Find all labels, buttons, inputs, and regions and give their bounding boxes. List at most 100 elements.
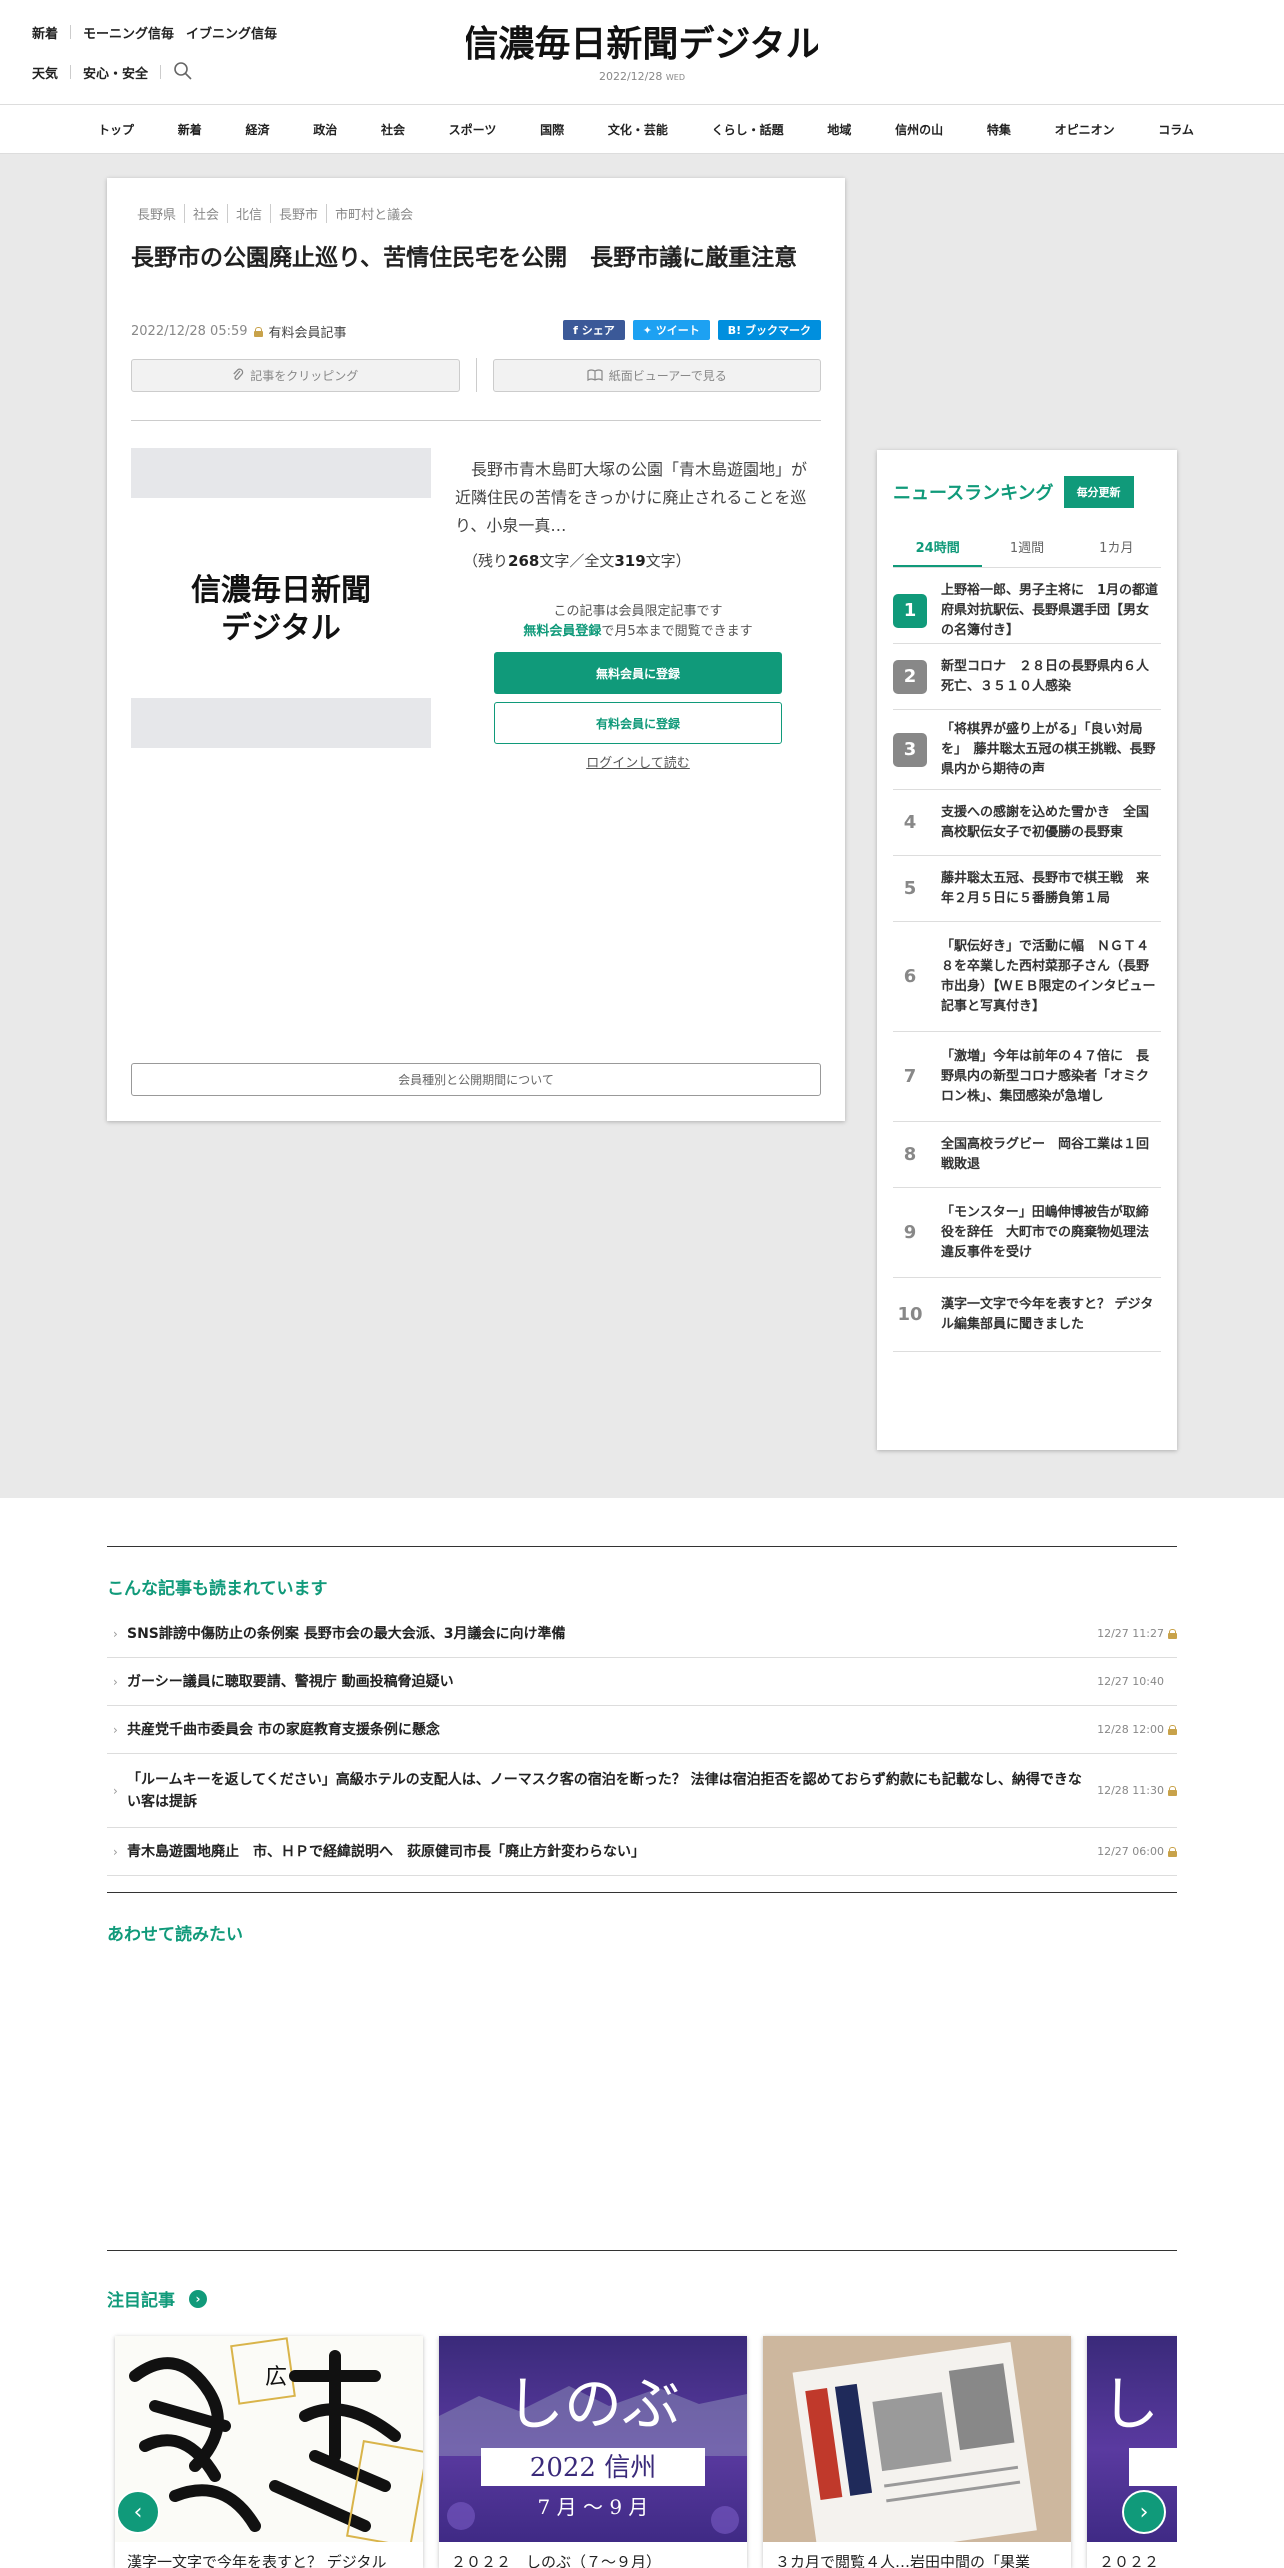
- ranking-item[interactable]: 4 支援への感謝を込めた雪かき 全国高校駅伝女子で初優勝の長野東: [893, 790, 1161, 856]
- link-morning[interactable]: モーニング信毎: [83, 23, 186, 42]
- article-tag[interactable]: 長野市: [270, 204, 326, 223]
- image-placeholder: [131, 698, 431, 748]
- tab-24h[interactable]: 24時間: [893, 534, 983, 567]
- search-icon[interactable]: [173, 61, 195, 83]
- rank-number: 3: [893, 732, 927, 767]
- link-weather[interactable]: 天気: [32, 63, 70, 82]
- chevron-right-icon: ›: [113, 1783, 118, 1798]
- members-note: この記事は会員限定記事です 無料会員登録で月5本まで閲覧できます: [523, 604, 753, 639]
- nav-item[interactable]: スポーツ: [449, 121, 497, 138]
- read-item-title: SNS誹謗中傷防止の条例案 長野市会の最大会派、3月議会に向け準備: [127, 1625, 566, 1642]
- read-list-item[interactable]: › SNS誹謗中傷防止の条例案 長野市会の最大会派、3月議会に向け準備 12/27 …: [107, 1610, 1177, 1658]
- svg-text:2022 信州: 2022 信州: [530, 2453, 656, 2483]
- ranking-item[interactable]: 1 上野裕一郎、男子主将に 1月の都道府県対抗駅伝、長野県選手団【男女の名簿付き】: [893, 578, 1161, 644]
- newspapers-image: [763, 2336, 1071, 2542]
- nav-item[interactable]: 地域: [827, 121, 851, 138]
- chevron-left-icon: ‹: [133, 2499, 143, 2525]
- tab-1week[interactable]: 1週間: [982, 534, 1071, 567]
- link-new[interactable]: 新着: [32, 23, 70, 42]
- article-tag[interactable]: 社会: [184, 204, 227, 223]
- free-member-button[interactable]: 無料会員に登録: [494, 652, 782, 694]
- paid-member-button[interactable]: 有料会員に登録: [494, 702, 782, 744]
- read-list-item[interactable]: › 「ルームキーを返してください」高級ホテルの支配人は、ノーマスク客の宿泊を断った…: [107, 1754, 1177, 1828]
- featured-caption: ２０２２ し: [1099, 2553, 1177, 2568]
- article-tag[interactable]: 市町村と議会: [326, 204, 421, 223]
- login-link[interactable]: ログインして読む: [494, 752, 782, 771]
- article-tag[interactable]: 北信: [227, 204, 270, 223]
- clip-button[interactable]: 記事をクリッピング: [131, 358, 460, 392]
- article-tags: 長野県 社会 北信 長野市 市町村と議会: [131, 204, 421, 223]
- chevron-right-icon: ›: [1139, 2499, 1149, 2525]
- featured-carousel: 広 漢字一文字で今年を表すと？ デジタル しのぶ 2022 信州 7 月 〜 9…: [107, 2330, 1177, 2568]
- nav-item[interactable]: 信州の山: [895, 121, 943, 138]
- paperclip-icon: [233, 368, 244, 380]
- nav-item[interactable]: トップ: [98, 121, 134, 138]
- ranking-item[interactable]: 10 漢字一文字で今年を表すと？ デジタル編集部員に聞きました: [893, 1278, 1161, 1352]
- featured-card[interactable]: しのぶ 2022 信州 7 月 〜 9 月 ２０２２ しのぶ（７〜９月）: [439, 2336, 747, 2568]
- ranking-item[interactable]: 5 藤井聡太五冠、長野市で棋王戦 来年２月５日に５番勝負第１局: [893, 856, 1161, 922]
- article-card: 長野県 社会 北信 長野市 市町村と議会 長野市の公園廃止巡り、苦情住民宅を公開 長野市…: [107, 178, 845, 1121]
- ranking-headline: 「将棋界が盛り上がる」「良い対局を」 藤井聡太五冠の棋王挑戦、長野県内から期待の…: [941, 721, 1156, 777]
- featured-title[interactable]: 注目記事 ›: [107, 2286, 207, 2311]
- featured-card[interactable]: 広 漢字一文字で今年を表すと？ デジタル: [115, 2336, 423, 2568]
- membership-info-button[interactable]: 会員種別と公開期間について: [131, 1063, 821, 1096]
- svg-text:し: し: [1101, 2370, 1159, 2438]
- also-read-title: あわせて読みたい: [107, 1925, 243, 1945]
- read-item-title: 「ルームキーを返してください」高級ホテルの支配人は、ノーマスク客の宿泊を断った？…: [127, 1771, 1082, 1810]
- link-safety[interactable]: 安心・安全: [83, 63, 160, 82]
- rank-number: 4: [903, 812, 917, 833]
- featured-card[interactable]: ３カ月で閲覧４人…岩田中間の「果業: [763, 2336, 1071, 2568]
- read-item-date: 12/28 12:00: [1085, 1723, 1177, 1736]
- read-list-item[interactable]: › 共産党千曲市委員会 市の家庭教育支援条例に懸念 12/28 12:00: [107, 1706, 1177, 1754]
- lock-icon: [1168, 1724, 1177, 1735]
- featured-card[interactable]: し ２０２２ し: [1087, 2336, 1177, 2568]
- ranking-item[interactable]: 2 新型コロナ ２８日の長野県内６人死亡、３５１０人感染: [893, 644, 1161, 710]
- read-section-title: こんな記事も読まれています: [107, 1579, 328, 1599]
- nav-item[interactable]: 特集: [987, 121, 1011, 138]
- ranking-badge: 毎分更新: [1063, 476, 1134, 508]
- ranking-item[interactable]: 6 「駅伝好き」で活動に幅 ＮＧＴ４８を卒業した西村菜那子さん（長野市出身）【ＷＥ…: [893, 922, 1161, 1032]
- viewer-button[interactable]: 紙面ビューアーで見る: [492, 358, 821, 392]
- nav-item[interactable]: コラム: [1158, 121, 1194, 138]
- ranking-headline: 藤井聡太五冠、長野市で棋王戦 来年２月５日に５番勝負第１局: [941, 870, 1150, 906]
- article-datetime: 2022/12/28 05:59: [131, 324, 248, 339]
- article-tag[interactable]: 長野県: [131, 204, 184, 223]
- hatena-bookmark-button[interactable]: B! ブックマーク: [717, 320, 821, 340]
- nav-item[interactable]: 経済: [245, 121, 269, 138]
- read-list-item[interactable]: › ガーシー議員に聴取要請、警視庁 動画投稿脅迫疑い 12/27 10:40: [107, 1658, 1177, 1706]
- ranking-item[interactable]: 9 「モンスター」田嶋伸博被告が取締役を辞任 大町市での廃棄物処理法違反事件を受け: [893, 1188, 1161, 1278]
- ranking-headline: 「激増」今年は前年の４７倍に 長野県内の新型コロナ感染者「オミクロン株」、集団感…: [941, 1048, 1150, 1104]
- read-list-item[interactable]: › 青木島遊園地廃止 市、ＨＰで経緯説明へ 荻原健司市長「廃止方針変わらない」 12…: [107, 1828, 1177, 1876]
- ranking-item[interactable]: 7 「激増」今年は前年の４７倍に 長野県内の新型コロナ感染者「オミクロン株」、集団…: [893, 1032, 1161, 1122]
- ranking-item[interactable]: 3 「将棋界が盛り上がる」「良い対局を」 藤井聡太五冠の棋王挑戦、長野県内から期待…: [893, 710, 1161, 790]
- ranking-headline: 支援への感謝を込めた雪かき 全国高校駅伝女子で初優勝の長野東: [941, 804, 1150, 840]
- global-nav: トップ 新着 経済 政治 社会 スポーツ 国際 文化・芸能 くらし・話題 地域 信州の山 特集 オピニオ…: [0, 104, 1284, 154]
- carousel-next-button[interactable]: ›: [1122, 2490, 1166, 2534]
- carousel-prev-button[interactable]: ‹: [116, 2490, 160, 2534]
- facebook-share-button[interactable]: f シェア: [563, 320, 625, 340]
- link-evening[interactable]: イブニング信毎: [186, 23, 289, 42]
- twitter-share-button[interactable]: ✦ ツイート: [632, 320, 710, 340]
- nav-item[interactable]: くらし・話題: [712, 121, 784, 138]
- tab-1month[interactable]: 1カ月: [1072, 534, 1161, 567]
- nav-item[interactable]: オピニオン: [1055, 121, 1115, 138]
- rank-number: 6: [903, 966, 917, 987]
- ranking-item[interactable]: 8 全国高校ラグビー 岡谷工業は１回戦敗退: [893, 1122, 1161, 1188]
- nav-item[interactable]: 文化・芸能: [608, 121, 668, 138]
- nav-item[interactable]: 社会: [381, 121, 405, 138]
- logo-wordmark: 信濃毎日新聞デジタル: [466, 23, 818, 65]
- rank-number: 5: [903, 878, 917, 899]
- read-list: › SNS誹謗中傷防止の条例案 長野市会の最大会派、3月議会に向け準備 12/27 …: [107, 1610, 1177, 1876]
- nav-item[interactable]: 国際: [540, 121, 564, 138]
- remaining-chars: （残り268文字／全文319文字）: [463, 552, 691, 570]
- free-register-link[interactable]: 無料会員登録: [523, 624, 601, 639]
- read-item-title: 共産党千曲市委員会 市の家庭教育支援条例に懸念: [127, 1721, 440, 1738]
- featured-caption: ３カ月で閲覧４人…岩田中間の「果業: [775, 2553, 1031, 2568]
- share-buttons: f シェア ✦ ツイート B! ブックマーク: [563, 320, 821, 340]
- nav-item[interactable]: 新着: [178, 121, 202, 138]
- calligraphy-image: 広: [115, 2336, 423, 2542]
- ranking-headline: 新型コロナ ２８日の長野県内６人死亡、３５１０人感染: [941, 658, 1150, 694]
- twitter-icon: ✦: [642, 323, 656, 337]
- site-logo[interactable]: 信濃毎日新聞デジタル 2022/12/28 WED: [466, 18, 818, 83]
- nav-item[interactable]: 政治: [313, 121, 337, 138]
